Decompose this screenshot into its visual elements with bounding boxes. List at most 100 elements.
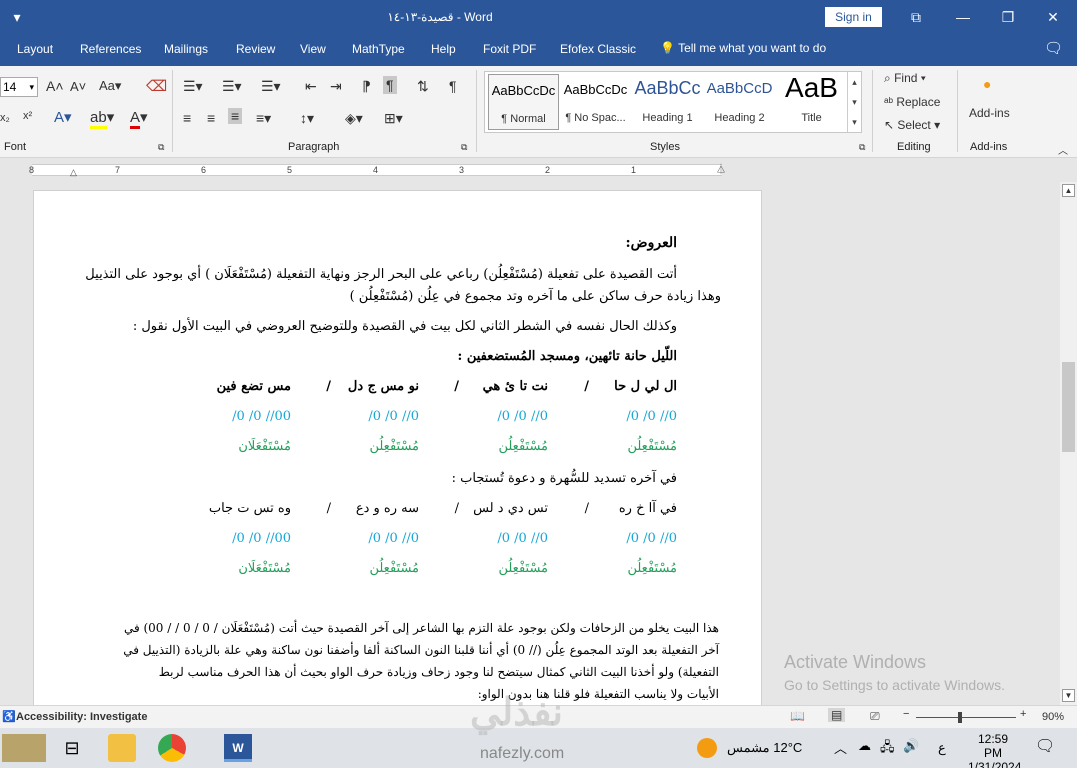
text-effects-icon[interactable]: A▾ (54, 108, 72, 126)
subscript-icon[interactable]: x₂ (0, 112, 10, 124)
vertical-scrollbar[interactable]: ▲ ▼ (1060, 182, 1077, 705)
zoom-slider-thumb[interactable] (958, 712, 962, 723)
grow-font-icon[interactable]: A˄ (46, 78, 64, 94)
left-indent-marker-icon[interactable]: △ (70, 167, 77, 178)
align-right-icon[interactable]: ≡ (228, 108, 243, 124)
select-button[interactable]: ↖ Select ▾ (884, 118, 940, 132)
meter-foot: مُسْتَفْعِلُن (369, 439, 419, 454)
chrome-icon[interactable] (158, 734, 186, 762)
scroll-up-icon[interactable]: ▲ (1062, 184, 1075, 197)
accessibility-icon[interactable]: ♿ (2, 710, 16, 723)
tab-review[interactable]: Review (236, 42, 275, 56)
styles-dialog-launcher-icon[interactable]: ⧉ (859, 142, 865, 153)
web-layout-icon[interactable]: ⎚ (870, 709, 880, 724)
tab-mailings[interactable]: Mailings (164, 42, 208, 56)
more-styles-icon[interactable]: ▾ (848, 112, 861, 132)
print-layout-icon[interactable]: ▤ (828, 708, 846, 722)
multilevel-list-icon[interactable]: ☰▾ (261, 78, 281, 95)
indent-marker-icon[interactable]: ⏃ (716, 161, 726, 176)
tab-efofex-classic[interactable]: Efofex Classic (560, 42, 636, 56)
shrink-font-icon[interactable]: A˅ (70, 79, 86, 94)
tab-layout[interactable]: Layout (17, 42, 53, 56)
line-spacing-icon[interactable]: ↕▾ (300, 110, 314, 127)
read-mode-icon[interactable]: 📖 (790, 709, 805, 723)
task-view-icon[interactable]: ⊟ (58, 734, 86, 762)
numbering-icon[interactable]: ☰▾ (222, 78, 242, 95)
replace-button[interactable]: ᵃᵇ Replace (884, 95, 940, 109)
style-heading-2[interactable]: AaBbCcD Heading 2 (704, 74, 775, 130)
ruler-strip[interactable]: 8 7 6 5 4 3 2 1 ⏃ △ (29, 164, 726, 178)
justify-icon[interactable]: ≡▾ (256, 110, 271, 127)
style-no-spacing[interactable]: AaBbCcDc ¶ No Spac... (560, 74, 631, 130)
accessibility-status[interactable]: Accessibility: Investigate (16, 711, 147, 723)
weather-text[interactable]: 12°C مشمس (727, 740, 802, 756)
chevron-down-icon: ▾ (29, 82, 34, 92)
scroll-thumb[interactable] (1062, 362, 1075, 452)
close-icon[interactable]: ✕ (1042, 6, 1064, 28)
collapse-ribbon-icon[interactable]: ︿ (1058, 142, 1068, 157)
minimize-icon[interactable]: — (952, 6, 974, 28)
volume-icon[interactable]: 🔊 (903, 738, 919, 754)
show-hidden-icons[interactable]: ︿ (834, 738, 847, 757)
borders-icon[interactable]: ⊞▾ (384, 110, 403, 127)
show-hide-marks-icon[interactable]: ¶ (449, 78, 457, 94)
bullets-icon[interactable]: ☰▾ (183, 78, 203, 95)
ribbon-display-options-icon[interactable]: ⧉ (905, 6, 927, 28)
font-dialog-launcher-icon[interactable]: ⧉ (158, 142, 164, 153)
find-button[interactable]: ⌕ Find ▾ (884, 71, 926, 86)
zoom-slider[interactable] (916, 717, 1016, 718)
style-sample: AaBbCcDc (563, 82, 628, 97)
align-left-icon[interactable]: ≡ (183, 110, 191, 126)
style-title[interactable]: AaB Title (776, 72, 847, 130)
language-indicator[interactable]: ع (938, 740, 946, 756)
comments-icon[interactable]: 🗨 (1044, 39, 1063, 57)
tell-me-search[interactable]: 💡 Tell me what you want to do (660, 41, 826, 55)
style-name: Heading 2 (714, 112, 765, 124)
file-explorer-icon[interactable] (108, 734, 136, 762)
addins-button[interactable]: Add-ins (969, 106, 1010, 120)
superscript-icon[interactable]: x² (23, 110, 32, 122)
styles-scroll[interactable]: ▴ ▾ ▾ (847, 72, 861, 132)
notifications-icon[interactable]: 🗨 (1035, 736, 1055, 756)
network-icon[interactable]: 🖧 (880, 738, 895, 760)
meter-foot: مُسْتَفْعِلُن (498, 439, 548, 454)
zoom-level[interactable]: 90% (1042, 711, 1064, 723)
style-heading-1[interactable]: AaBbCc Heading 1 (632, 74, 703, 130)
align-center-icon[interactable]: ≡ (207, 110, 215, 126)
style-sample: AaBbCcDc (491, 83, 556, 98)
word-icon[interactable]: W (224, 734, 252, 762)
widgets-icon[interactable] (2, 734, 46, 762)
increase-indent-icon[interactable]: ⇥ (330, 78, 342, 95)
clear-formatting-icon[interactable]: ⌫ (146, 77, 167, 95)
paragraph-dialog-launcher-icon[interactable]: ⧉ (461, 142, 467, 153)
tab-view[interactable]: View (300, 42, 326, 56)
weather-sun-icon[interactable] (697, 738, 717, 758)
addins-icon[interactable]: ● (983, 76, 991, 92)
onedrive-icon[interactable]: ☁ (858, 738, 871, 754)
tab-foxit-pdf[interactable]: Foxit PDF (483, 42, 536, 56)
rtl-direction-icon[interactable]: ¶ (383, 76, 397, 94)
sign-in-button[interactable]: Sign in (825, 7, 882, 27)
font-size-select[interactable]: 14 ▾ (0, 77, 38, 97)
style-sample: AaB (785, 72, 838, 103)
font-color-icon[interactable]: A▾ (130, 108, 148, 129)
decrease-indent-icon[interactable]: ⇤ (305, 78, 317, 95)
tab-mathtype[interactable]: MathType (352, 42, 405, 56)
scroll-down-icon[interactable]: ▼ (1062, 689, 1075, 702)
sort-icon[interactable]: ⇅ (417, 78, 429, 95)
zoom-out-icon[interactable]: − (903, 708, 909, 720)
style-normal[interactable]: AaBbCcDc ¶ Normal (488, 74, 559, 130)
syllable-group: مس تضع فين (216, 379, 291, 394)
chevron-up-icon[interactable]: ▴ (848, 72, 861, 92)
zoom-in-icon[interactable]: + (1020, 708, 1026, 720)
change-case-icon[interactable]: Aa▾ (99, 78, 121, 94)
chevron-down-icon[interactable]: ▾ (848, 92, 861, 112)
shading-icon[interactable]: ◈▾ (345, 110, 363, 127)
restore-icon[interactable]: ❐ (997, 6, 1019, 28)
tab-references[interactable]: References (80, 42, 141, 56)
clock[interactable]: 12:59 PM 1/31/2024 (968, 732, 1021, 768)
tab-help[interactable]: Help (431, 42, 456, 56)
ltr-direction-icon[interactable]: ⁋ (362, 78, 371, 95)
page[interactable]: العروض: أتت القصيدة على تفعيلة (مُسْتَفْ… (33, 190, 762, 705)
highlight-color-icon[interactable]: ab▾ (90, 108, 114, 129)
